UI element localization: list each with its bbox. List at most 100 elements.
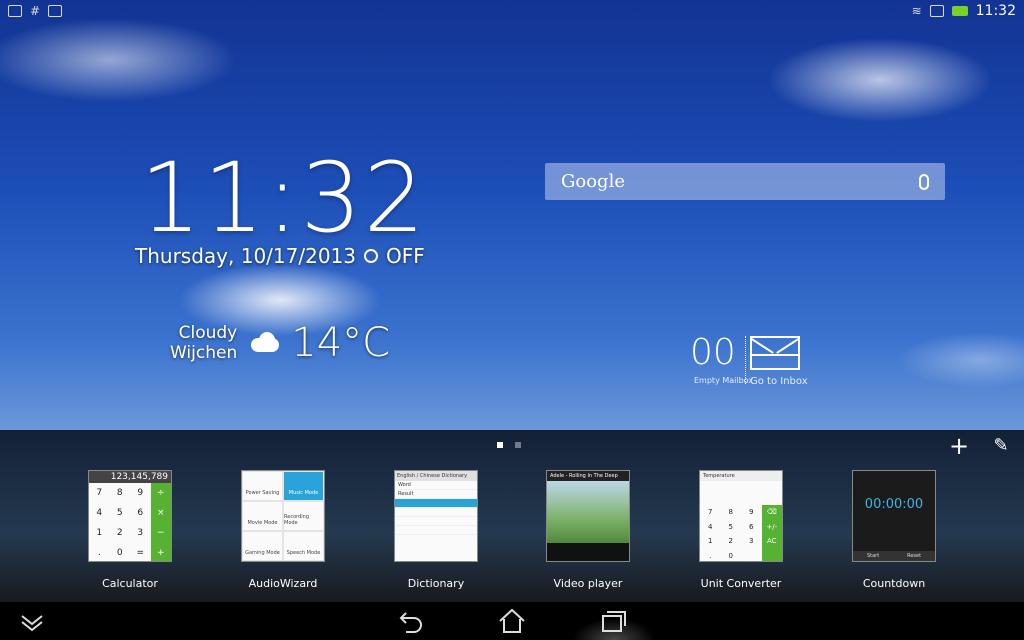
dictionary-line [395, 517, 477, 526]
sd-card-icon [929, 5, 944, 17]
calc-key: 6 [137, 508, 144, 518]
uc-key: 7 [708, 508, 713, 517]
dictionary-line: Word [395, 481, 477, 490]
video-frame [547, 481, 629, 543]
uc-key: 3 [749, 537, 754, 546]
envelope-icon[interactable] [750, 336, 800, 370]
download-icon [8, 5, 22, 17]
battery-charging-icon [951, 6, 968, 16]
dictionary-header: English / Chinese Dictionary [395, 471, 477, 481]
audio-mode: Movie Mode [242, 501, 283, 531]
weather-widget[interactable]: Cloudy Wijchen 14°C [170, 318, 410, 368]
unit-converter-thumbnail[interactable]: Temperature 7 8 9 ⌫ 4 5 6 +/- 1 2 3 AC .… [699, 470, 783, 562]
date-text: Thursday, 10/17/2013 [135, 244, 356, 268]
mail-count: 00 [690, 332, 736, 373]
video-player-thumbnail[interactable]: Adele - Rolling In The Deep [546, 470, 630, 562]
dictionary-line [395, 526, 477, 535]
uc-key: 8 [728, 508, 733, 517]
calculator-keypad: 7 8 9 ÷ 4 5 6 × 1 2 3 − . 0 = + [89, 483, 171, 561]
temperature: 14°C [291, 320, 391, 366]
dictionary-line [395, 499, 477, 508]
mic-icon[interactable] [919, 173, 929, 190]
search-label: Google [561, 171, 625, 192]
audio-mode: Speech Mode [283, 531, 324, 561]
unit-converter-keypad: 7 8 9 ⌫ 4 5 6 +/- 1 2 3 AC . 0 [700, 505, 782, 561]
calculator-thumbnail[interactable]: 123,145,789 7 8 9 ÷ 4 5 6 × 1 2 3 − . 0 … [88, 470, 172, 562]
countdown-thumbnail[interactable]: 00:00:00 Start Reset [852, 470, 936, 562]
weather-condition: Cloudy [178, 323, 238, 343]
page-dot-active [497, 442, 503, 448]
app-label: Calculator [102, 577, 158, 590]
video-controls [547, 543, 629, 561]
mail-divider [745, 336, 746, 384]
add-icon[interactable]: + [946, 433, 972, 459]
countdown-start: Start [866, 553, 880, 559]
uc-key: 2 [728, 537, 733, 546]
audio-mode-grid: Power Saving Music Mode Movie Mode Recor… [242, 471, 324, 561]
alarm-status: OFF [386, 244, 425, 268]
date-row: Thursday, 10/17/2013 OFF [135, 244, 435, 268]
dictionary-line [395, 508, 477, 517]
audio-mode: Gaming Mode [242, 531, 283, 561]
uc-key: . [709, 551, 712, 560]
app-label: Unit Converter [700, 577, 782, 590]
alarm-icon [364, 249, 378, 263]
uc-key: 6 [749, 522, 754, 531]
go-to-inbox-link[interactable]: Go to Inbox [750, 376, 808, 387]
app-label: Countdown [862, 577, 926, 590]
calc-key: = [136, 548, 145, 558]
status-bar[interactable]: # ≋ 11:32 [0, 0, 1024, 22]
countdown-reset: Reset [907, 553, 922, 559]
google-search-bar[interactable]: Google [545, 163, 945, 200]
calc-key: + [150, 543, 171, 561]
system-icons: ≋ 11:32 [904, 3, 1024, 19]
wifi-icon: ≋ [911, 4, 922, 18]
calc-key: . [97, 548, 101, 558]
dictionary-line: Result [395, 490, 477, 499]
clock-time[interactable]: 11:32 [140, 150, 425, 246]
recent-app-dictionary[interactable]: English / Chinese Dictionary Word Result… [388, 470, 484, 590]
uc-key: 9 [749, 508, 754, 517]
recent-apps-tray: + ✎ 123,145,789 7 8 9 ÷ 4 5 6 × 1 2 3 − … [0, 430, 1024, 602]
hide-keyboard-icon[interactable] [12, 606, 52, 636]
calc-key: 5 [116, 508, 123, 518]
notification-icons: # [0, 4, 70, 18]
home-icon[interactable] [492, 606, 532, 636]
audiowizard-thumbnail[interactable]: Power Saving Music Mode Movie Mode Recor… [241, 470, 325, 562]
calc-key: 7 [96, 488, 103, 498]
uc-key: AC [761, 534, 782, 549]
back-icon[interactable] [390, 606, 430, 636]
uc-key: ⌫ [761, 505, 782, 520]
uc-key: 5 [728, 522, 733, 531]
app-label: Video player [553, 577, 623, 590]
image-icon [48, 5, 63, 17]
dictionary-thumbnail[interactable]: English / Chinese Dictionary Word Result [394, 470, 478, 562]
navigation-bar [0, 602, 1024, 640]
audio-mode: Power Saving [242, 471, 283, 501]
uc-key: 4 [708, 522, 713, 531]
audio-mode: Music Mode [283, 471, 324, 501]
weather-location: Wijchen [170, 343, 238, 363]
recent-app-unit-converter[interactable]: Temperature 7 8 9 ⌫ 4 5 6 +/- 1 2 3 AC .… [693, 470, 789, 590]
calc-key: 9 [137, 488, 144, 498]
edit-pencil-icon[interactable]: ✎ [988, 433, 1014, 459]
recent-app-countdown[interactable]: 00:00:00 Start Reset Countdown [846, 470, 942, 590]
calc-key: 1 [96, 528, 103, 538]
countdown-footer: Start Reset [853, 551, 935, 561]
recent-app-video-player[interactable]: Adele - Rolling In The Deep Video player [540, 470, 636, 590]
recent-app-audiowizard[interactable]: Power Saving Music Mode Movie Mode Recor… [235, 470, 331, 590]
calculator-display: 123,145,789 [89, 471, 171, 483]
page-indicator [497, 442, 521, 448]
hash-icon: # [30, 4, 41, 18]
mail-widget[interactable]: 00 Empty Mailbox Go to Inbox [690, 332, 810, 392]
app-label: Dictionary [407, 577, 465, 590]
calc-key: 8 [116, 488, 123, 498]
uc-key: 1 [708, 537, 713, 546]
calc-key: 2 [116, 528, 123, 538]
recent-apps-icon[interactable] [594, 606, 634, 636]
audio-mode: Recording Mode [283, 501, 324, 531]
recent-app-calculator[interactable]: 123,145,789 7 8 9 ÷ 4 5 6 × 1 2 3 − . 0 … [82, 470, 178, 590]
countdown-time: 00:00:00 [864, 497, 924, 512]
calc-key: 0 [116, 548, 123, 558]
calc-key: ÷ [150, 483, 171, 503]
